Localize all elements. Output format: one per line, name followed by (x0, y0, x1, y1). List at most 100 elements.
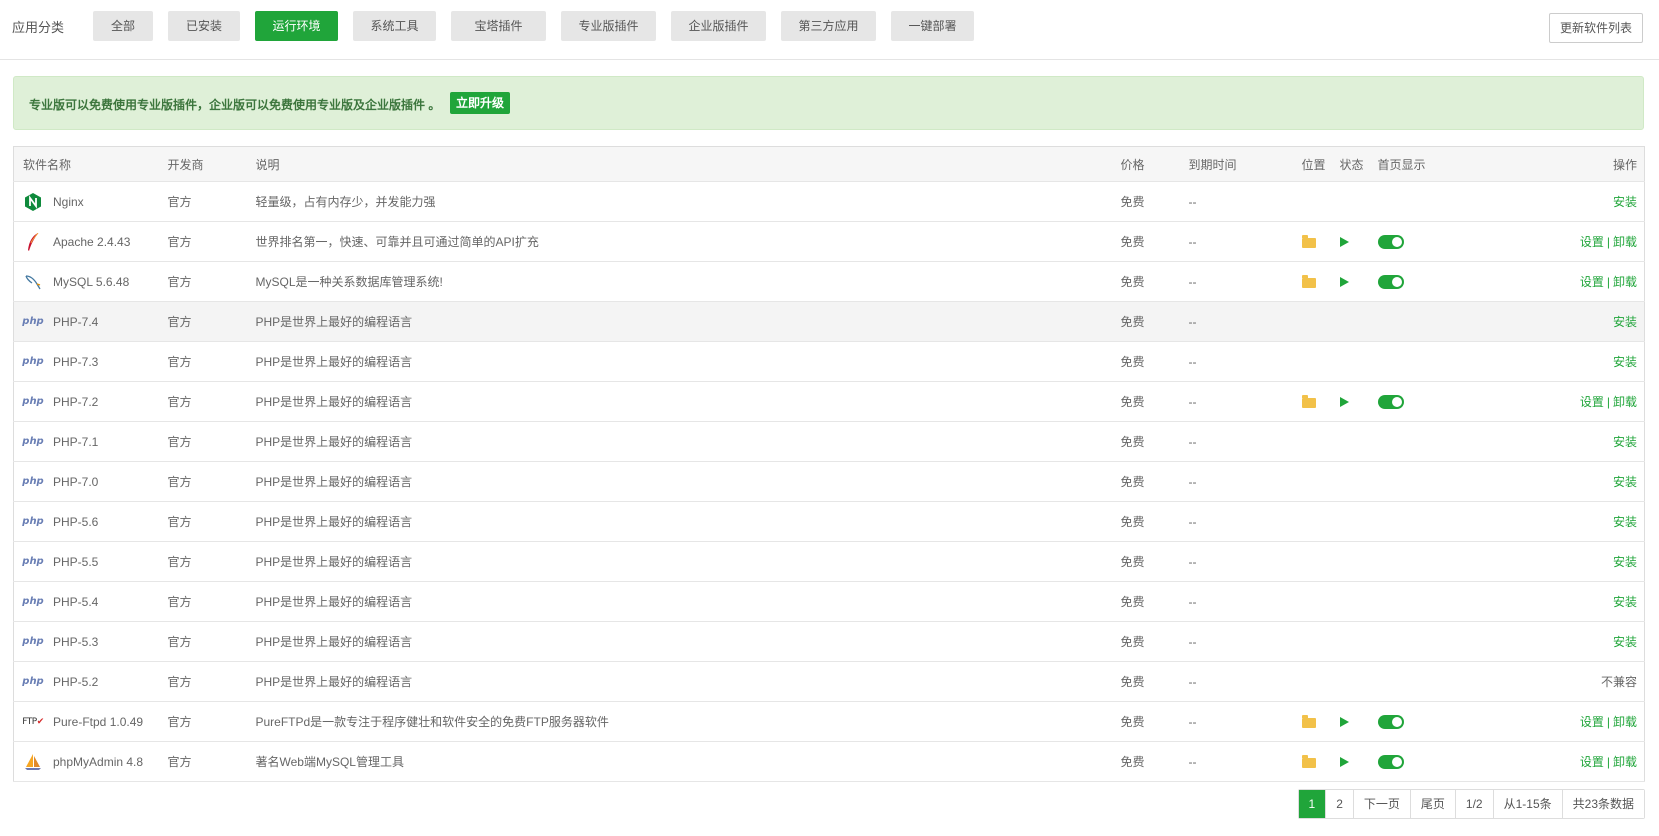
price-cell: 免费 (1120, 621, 1189, 662)
folder-icon[interactable] (1301, 234, 1316, 248)
status-cell (1339, 541, 1378, 582)
install-link[interactable]: 安装 (1613, 555, 1637, 569)
table-row: php PHP-7.4 官方 PHP是世界上最好的编程语言 免费 -- 安装 (13, 301, 1645, 342)
ops-cell: 安装 (1477, 341, 1645, 382)
play-icon[interactable] (1339, 236, 1349, 247)
settings-link[interactable]: 设置 (1580, 275, 1604, 289)
settings-link[interactable]: 设置 (1580, 395, 1604, 409)
vendor-cell: 官方 (167, 581, 256, 622)
upgrade-now-button[interactable]: 立即升级 (450, 92, 511, 114)
install-link[interactable]: 安装 (1613, 595, 1637, 609)
location-cell (1301, 301, 1340, 342)
page-1-button[interactable]: 1 (1298, 790, 1326, 818)
play-icon[interactable] (1339, 396, 1349, 407)
update-software-list-button[interactable]: 更新软件列表 (1549, 13, 1643, 43)
home-display-toggle[interactable] (1377, 275, 1404, 289)
col-header-price[interactable]: 价格 (1120, 146, 1189, 182)
vendor-cell: 官方 (167, 621, 256, 662)
home-cell (1377, 741, 1478, 782)
folder-icon[interactable] (1301, 274, 1316, 288)
expire-cell: -- (1188, 461, 1302, 502)
category-tab[interactable]: 企业版插件 (671, 11, 766, 41)
expire-cell: -- (1188, 221, 1302, 262)
home-display-toggle[interactable] (1377, 715, 1404, 729)
location-cell (1301, 501, 1340, 542)
expire-cell: -- (1188, 541, 1302, 582)
home-cell (1377, 181, 1478, 222)
category-tab[interactable]: 运行环境 (255, 11, 338, 41)
desc-cell: PHP是世界上最好的编程语言 (255, 661, 1121, 702)
next-page-button[interactable]: 下一页 (1352, 790, 1410, 818)
folder-icon[interactable] (1301, 714, 1316, 728)
uninstall-link[interactable]: 卸载 (1613, 275, 1637, 289)
settings-link[interactable]: 设置 (1580, 235, 1604, 249)
table-row: php PHP-5.4 官方 PHP是世界上最好的编程语言 免费 -- 安装 (13, 581, 1645, 622)
software-name: PHP-5.5 (53, 554, 99, 569)
category-tab[interactable]: 一键部署 (891, 11, 974, 41)
status-cell (1339, 221, 1378, 262)
home-display-toggle[interactable] (1377, 235, 1404, 249)
folder-icon[interactable] (1301, 394, 1316, 408)
col-header-name[interactable]: 软件名称 (13, 146, 168, 182)
category-tab[interactable]: 宝塔插件 (451, 11, 546, 41)
install-link[interactable]: 安装 (1613, 195, 1637, 209)
status-cell (1339, 501, 1378, 542)
software-name: PHP-5.4 (53, 594, 99, 609)
ops-cell: 安装 (1477, 421, 1645, 462)
status-cell (1339, 661, 1378, 702)
install-link[interactable]: 安装 (1613, 635, 1637, 649)
play-icon[interactable] (1339, 756, 1349, 767)
category-tab[interactable]: 全部 (93, 11, 153, 41)
last-page-button[interactable]: 尾页 (1409, 790, 1455, 818)
location-cell (1301, 381, 1340, 422)
category-tab[interactable]: 已安装 (168, 11, 240, 41)
uninstall-link[interactable]: 卸载 (1613, 715, 1637, 729)
pagination: 1 2 下一页 尾页 1/2 从1-15条 共23条数据 (1297, 789, 1645, 819)
price-cell: 免费 (1120, 741, 1189, 782)
software-name: MySQL 5.6.48 (53, 274, 130, 289)
vendor-cell: 官方 (167, 541, 256, 582)
desc-cell: MySQL是一种关系数据库管理系统! (255, 261, 1121, 302)
vendor-cell: 官方 (167, 461, 256, 502)
price-cell: 免费 (1120, 221, 1189, 262)
home-display-toggle[interactable] (1377, 395, 1404, 409)
location-cell (1301, 661, 1340, 702)
location-cell (1301, 461, 1340, 502)
software-name: PHP-7.4 (53, 314, 99, 329)
php-icon: php (22, 596, 44, 607)
table-row: php PHP-5.3 官方 PHP是世界上最好的编程语言 免费 -- 安装 (13, 621, 1645, 662)
table-row: php PHP-5.5 官方 PHP是世界上最好的编程语言 免费 -- 安装 (13, 541, 1645, 582)
desc-cell: 世界排名第一，快速、可靠并且可通过简单的API扩充 (255, 221, 1121, 262)
home-display-toggle[interactable] (1377, 755, 1404, 769)
category-tab[interactable]: 专业版插件 (561, 11, 656, 41)
php-icon: php (22, 436, 44, 447)
install-link[interactable]: 安装 (1613, 435, 1637, 449)
uninstall-link[interactable]: 卸载 (1613, 395, 1637, 409)
install-link[interactable]: 安装 (1613, 475, 1637, 489)
col-header-expire[interactable]: 到期时间 (1188, 146, 1302, 182)
page-info: 1/2 (1454, 790, 1493, 818)
install-link[interactable]: 安装 (1613, 315, 1637, 329)
uninstall-link[interactable]: 卸载 (1613, 235, 1637, 249)
location-cell (1301, 261, 1340, 302)
play-icon[interactable] (1339, 716, 1349, 727)
table-row: php PHP-7.3 官方 PHP是世界上最好的编程语言 免费 -- 安装 (13, 341, 1645, 382)
category-tab[interactable]: 第三方应用 (781, 11, 876, 41)
install-link[interactable]: 安装 (1613, 355, 1637, 369)
mysql-dolphin-icon (23, 272, 43, 292)
table-header-row: 软件名称 开发商 说明 价格 到期时间 位置 状态 首页显示 操作 (13, 146, 1645, 182)
play-icon[interactable] (1339, 276, 1349, 287)
php-icon: php (22, 676, 44, 687)
home-cell (1377, 301, 1478, 342)
location-cell (1301, 541, 1340, 582)
folder-icon[interactable] (1301, 754, 1316, 768)
settings-link[interactable]: 设置 (1580, 755, 1604, 769)
desc-cell: PHP是世界上最好的编程语言 (255, 421, 1121, 462)
category-tab[interactable]: 系统工具 (353, 11, 436, 41)
vendor-cell: 官方 (167, 221, 256, 262)
uninstall-link[interactable]: 卸载 (1613, 755, 1637, 769)
install-link[interactable]: 安装 (1613, 515, 1637, 529)
settings-link[interactable]: 设置 (1580, 715, 1604, 729)
status-cell (1339, 701, 1378, 742)
page-2-button[interactable]: 2 (1325, 790, 1353, 818)
